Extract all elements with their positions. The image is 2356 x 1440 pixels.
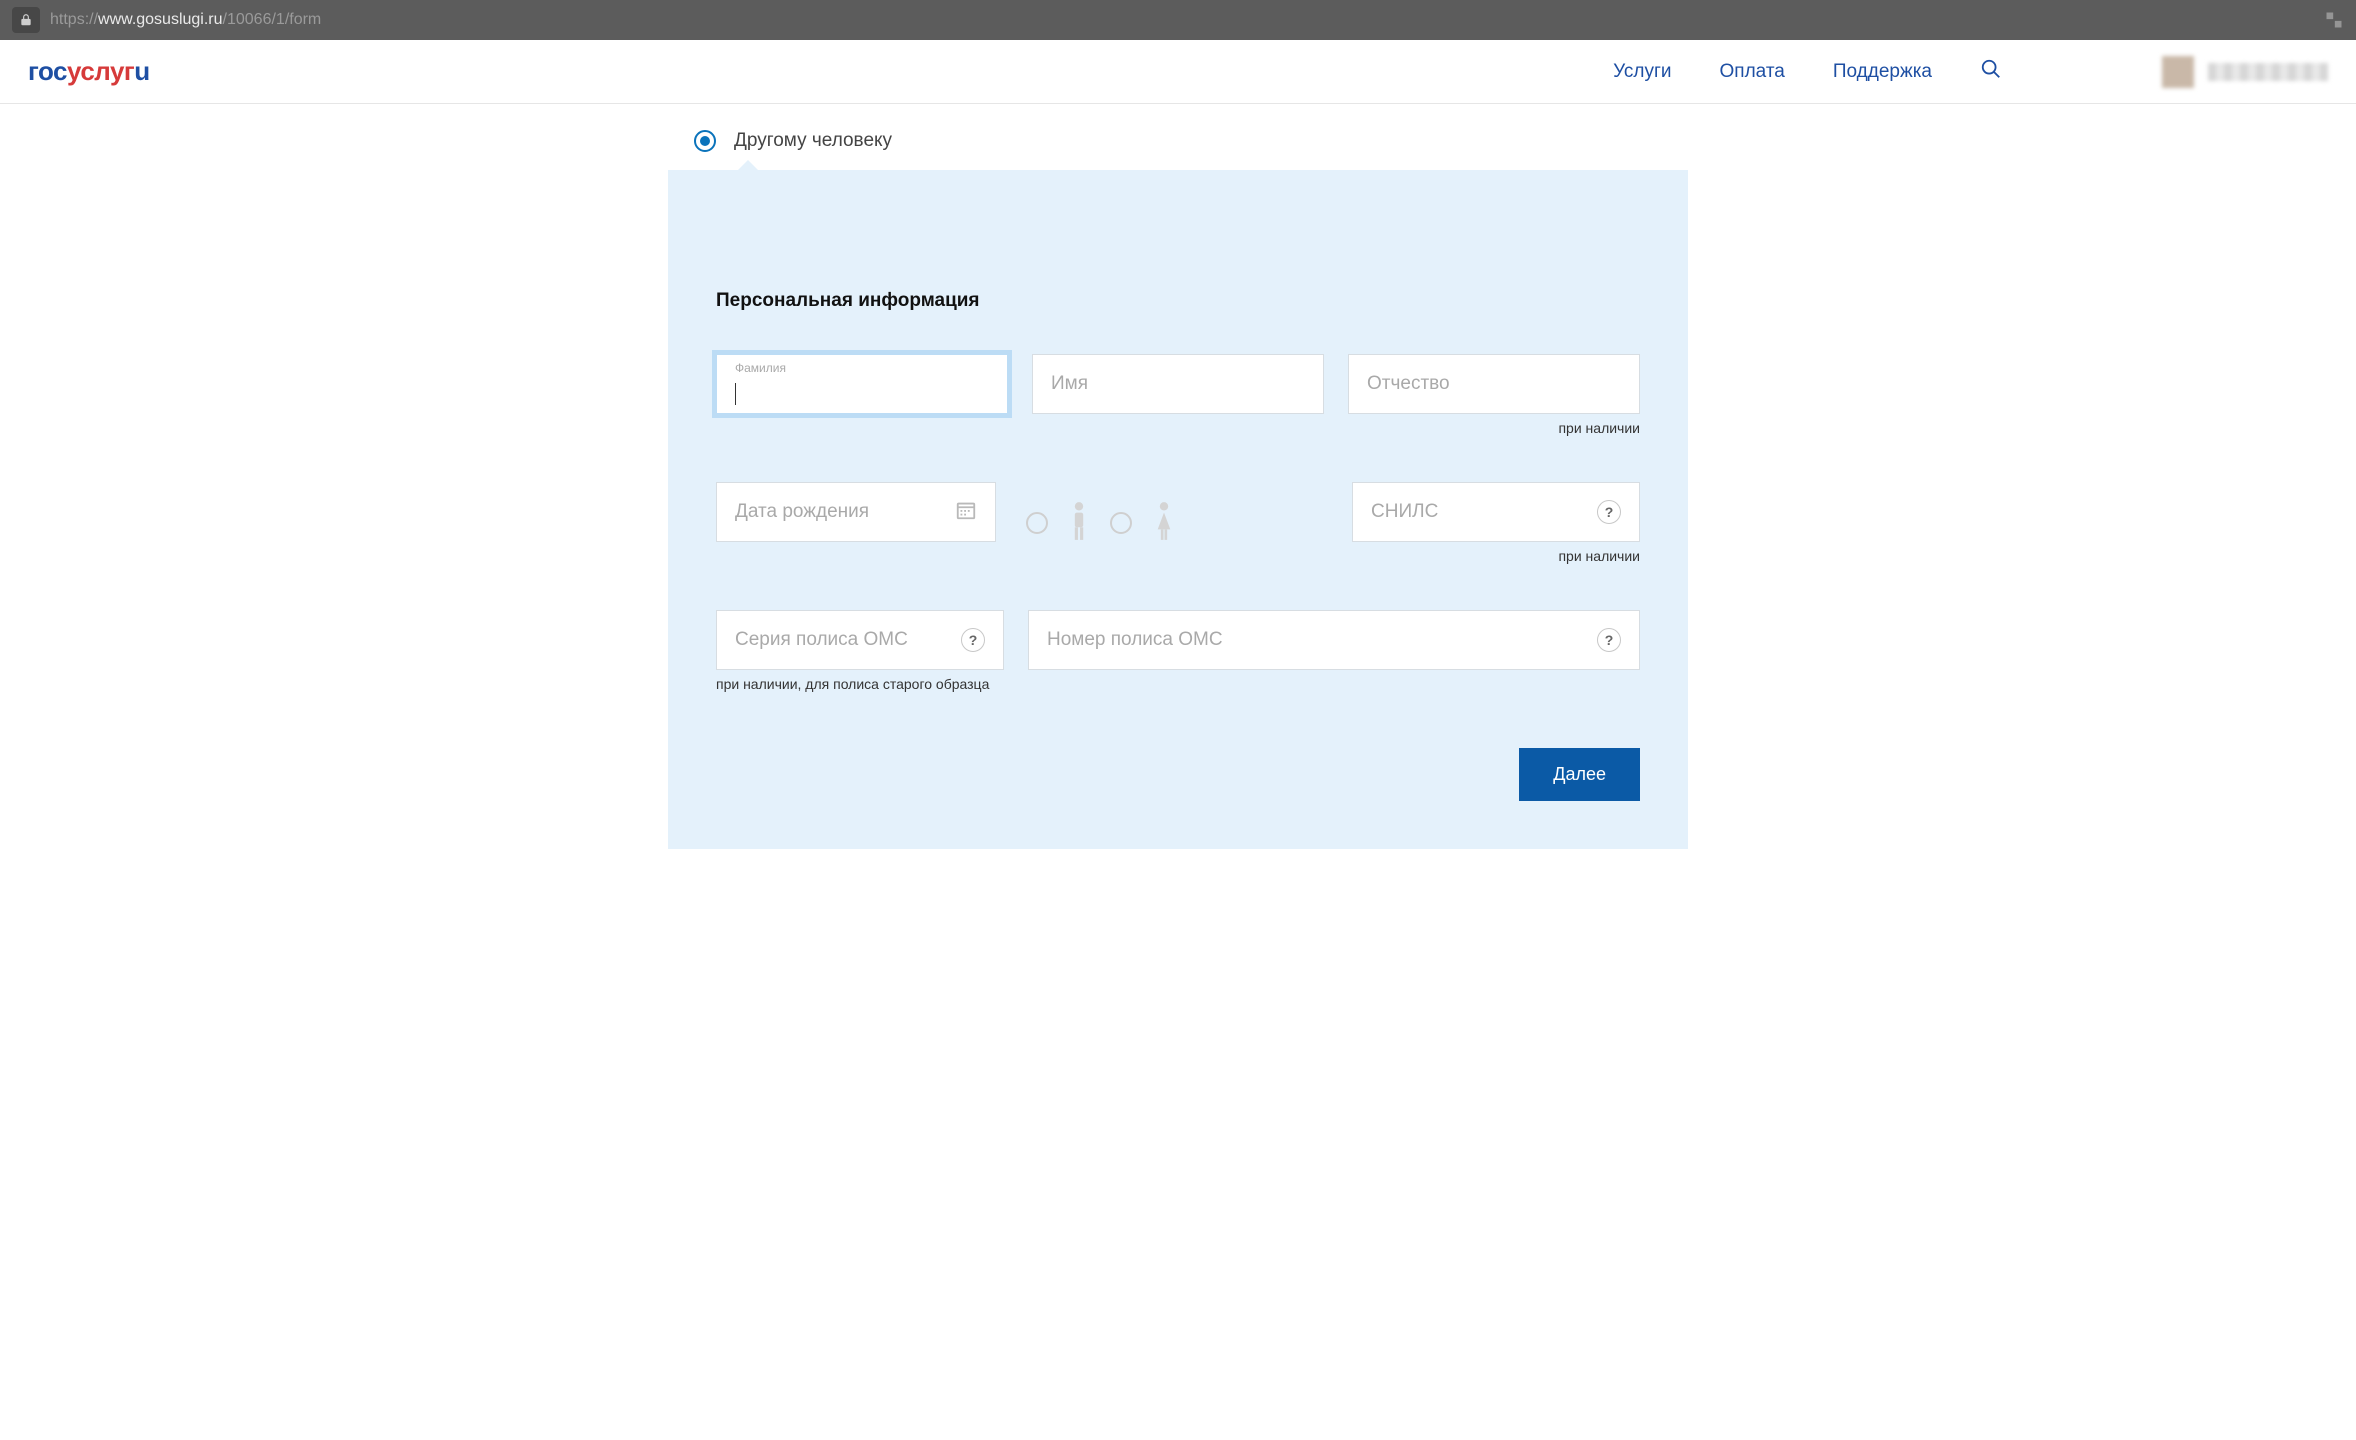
next-button[interactable]: Далее xyxy=(1519,748,1640,801)
calendar-icon[interactable] xyxy=(955,499,977,526)
avatar xyxy=(2162,56,2194,88)
site-header: госуслугu Услуги Оплата Поддержка xyxy=(0,40,2356,104)
form-panel: Персональная информация Фамилия при на xyxy=(668,170,1688,849)
firstname-input-box[interactable] xyxy=(1032,354,1324,414)
section-title: Персональная информация xyxy=(716,290,1640,312)
firstname-input[interactable] xyxy=(1051,373,1305,395)
oms-row: ? при наличии, для полиса старого образц… xyxy=(716,610,1640,692)
gender-female-radio[interactable] xyxy=(1110,512,1132,534)
dob-gender-snils-row: ? при наличии xyxy=(716,482,1640,564)
surname-input[interactable] xyxy=(735,381,989,401)
snils-hint: при наличии xyxy=(1352,548,1640,564)
search-icon[interactable] xyxy=(1980,58,2002,85)
radio-other-person-label: Другому человеку xyxy=(734,130,892,152)
lock-icon xyxy=(12,7,40,33)
dob-input-box[interactable] xyxy=(716,482,996,542)
page-content: Другому человеку Персональная информация… xyxy=(668,104,1688,849)
patronymic-input[interactable] xyxy=(1367,373,1621,395)
dob-input[interactable] xyxy=(735,501,955,523)
surname-input-box[interactable]: Фамилия xyxy=(716,354,1008,414)
patronymic-hint: при наличии xyxy=(1348,420,1640,436)
recipient-radio-row: Другому человеку xyxy=(668,124,1688,170)
oms-series-hint: при наличии, для полиса старого образца xyxy=(716,676,1004,692)
nav-payment[interactable]: Оплата xyxy=(1720,61,1785,83)
text-caret xyxy=(735,383,736,405)
snils-input[interactable] xyxy=(1371,501,1587,523)
surname-label: Фамилия xyxy=(735,361,786,375)
gender-male-radio[interactable] xyxy=(1026,512,1048,534)
gender-selector xyxy=(1020,482,1300,564)
nav-support[interactable]: Поддержка xyxy=(1833,61,1932,83)
oms-number-input-box[interactable]: ? xyxy=(1028,610,1640,670)
oms-number-help-icon[interactable]: ? xyxy=(1597,628,1621,652)
female-icon xyxy=(1150,500,1178,547)
browser-url-bar: https://www.gosuslugi.ru/10066/1/form xyxy=(0,0,2356,40)
translate-icon[interactable] xyxy=(2324,10,2344,30)
snils-help-icon[interactable]: ? xyxy=(1597,500,1621,524)
site-logo[interactable]: госуслугu xyxy=(28,56,150,87)
user-block[interactable] xyxy=(2162,56,2328,88)
oms-series-input[interactable] xyxy=(735,629,951,651)
patronymic-input-box[interactable] xyxy=(1348,354,1640,414)
submit-row: Далее xyxy=(716,748,1640,801)
user-name-blurred xyxy=(2208,63,2328,81)
male-icon xyxy=(1066,500,1092,547)
url-text[interactable]: https://www.gosuslugi.ru/10066/1/form xyxy=(50,11,2324,29)
radio-other-person[interactable] xyxy=(694,130,716,152)
nav-services[interactable]: Услуги xyxy=(1613,61,1671,83)
snils-input-box[interactable]: ? xyxy=(1352,482,1640,542)
main-nav: Услуги Оплата Поддержка xyxy=(1613,58,2002,85)
oms-series-help-icon[interactable]: ? xyxy=(961,628,985,652)
oms-number-input[interactable] xyxy=(1047,629,1587,651)
name-row: Фамилия при наличии xyxy=(716,354,1640,436)
oms-series-input-box[interactable]: ? xyxy=(716,610,1004,670)
